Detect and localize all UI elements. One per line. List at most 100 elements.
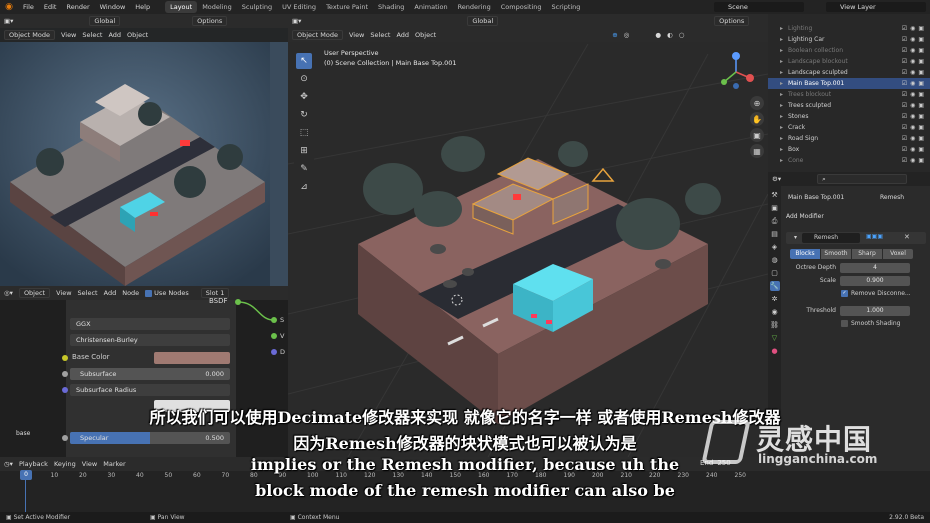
checkbox-icon[interactable]: ☑ bbox=[902, 135, 907, 142]
menu-window[interactable]: Window bbox=[95, 3, 131, 11]
outliner-row[interactable]: ▸ Trees sculpted ☑ ◉ ▣ bbox=[768, 100, 930, 111]
mode-smooth-button[interactable]: Smooth bbox=[821, 249, 851, 259]
tab-sculpting[interactable]: Sculpting bbox=[237, 1, 277, 13]
scene-selector[interactable]: Scene bbox=[714, 2, 804, 12]
camera-icon[interactable]: ▣ bbox=[918, 58, 924, 65]
properties-search[interactable]: ⌕ bbox=[817, 174, 908, 184]
3d-viewport[interactable]: ▣▾ Global Options Object Mode View Selec… bbox=[288, 14, 768, 457]
menu-render[interactable]: Render bbox=[61, 3, 94, 11]
subsurface-method-dropdown[interactable]: Christensen-Burley bbox=[70, 334, 230, 346]
eye-icon[interactable]: ◉ bbox=[910, 91, 915, 98]
subsurface-socket[interactable] bbox=[62, 371, 68, 377]
outliner-row[interactable]: ▸ Stones ☑ ◉ ▣ bbox=[768, 111, 930, 122]
expand-chevron-icon[interactable]: ▸ bbox=[780, 69, 783, 76]
eye-icon[interactable]: ◉ bbox=[910, 25, 915, 32]
menu-object[interactable]: Object bbox=[127, 31, 148, 39]
menu-select[interactable]: Select bbox=[82, 31, 102, 39]
scale-field[interactable]: 0.900 bbox=[840, 276, 910, 286]
smooth-shading-checkbox[interactable]: Smooth Shading bbox=[841, 320, 900, 327]
render-tab-icon[interactable]: ▣ bbox=[770, 203, 780, 213]
menu-edit[interactable]: Edit bbox=[39, 3, 62, 11]
modifier-name-field[interactable]: Remesh bbox=[802, 233, 860, 243]
tab-animation[interactable]: Animation bbox=[409, 1, 452, 13]
eye-icon[interactable]: ◉ bbox=[910, 102, 915, 109]
mode-blocks-button[interactable]: Blocks bbox=[790, 249, 820, 259]
tab-layout[interactable]: Layout bbox=[165, 1, 198, 13]
transform-orientation[interactable]: Global bbox=[89, 16, 121, 26]
proportional-edit-icon[interactable]: ◎ bbox=[624, 31, 630, 39]
camera-icon[interactable]: ▣ bbox=[918, 135, 924, 142]
scale-tool-icon[interactable]: ⬚ bbox=[296, 125, 312, 141]
menu-view[interactable]: View bbox=[61, 31, 76, 39]
checkbox-icon[interactable]: ☑ bbox=[902, 91, 907, 98]
menu-object[interactable]: Object bbox=[415, 31, 436, 39]
menu-select[interactable]: Select bbox=[370, 31, 390, 39]
mode-dropdown[interactable]: Object Mode bbox=[292, 30, 343, 40]
camera-icon[interactable]: ▣ bbox=[918, 69, 924, 76]
menu-add[interactable]: Add bbox=[104, 289, 117, 297]
transform-tool-icon[interactable]: ⊞ bbox=[296, 143, 312, 159]
menu-view[interactable]: View bbox=[56, 289, 71, 297]
particles-tab-icon[interactable]: ✲ bbox=[770, 294, 780, 304]
editor-type-icon[interactable]: ▣▾ bbox=[292, 17, 301, 25]
options-dropdown[interactable]: Options bbox=[192, 16, 228, 26]
eye-icon[interactable]: ◉ bbox=[910, 157, 915, 164]
select-tool-icon[interactable]: ↖ bbox=[296, 53, 312, 69]
eye-icon[interactable]: ◉ bbox=[910, 124, 915, 131]
editor-type-icon[interactable]: ▣▾ bbox=[4, 17, 13, 25]
view-layer-selector[interactable]: View Layer bbox=[826, 2, 926, 12]
expand-chevron-icon[interactable]: ▸ bbox=[780, 91, 783, 98]
navigation-gizmo[interactable] bbox=[716, 52, 756, 92]
grid-icon[interactable]: ▦ bbox=[750, 144, 764, 158]
eye-icon[interactable]: ◉ bbox=[910, 146, 915, 153]
checkbox-icon[interactable]: ☑ bbox=[902, 58, 907, 65]
outliner-row[interactable]: ▸ Lighting Car ☑ ◉ ▣ bbox=[768, 34, 930, 45]
material-tab-icon[interactable]: ● bbox=[770, 346, 780, 356]
subsurface-radius-dropdown[interactable]: Subsurface Radius bbox=[70, 384, 230, 396]
eye-icon[interactable]: ◉ bbox=[910, 80, 915, 87]
zoom-icon[interactable]: ⊕ bbox=[750, 96, 764, 110]
checkbox-icon[interactable]: ☑ bbox=[902, 113, 907, 120]
blender-logo-icon[interactable]: ◉ bbox=[0, 0, 18, 14]
editor-type-icon[interactable]: ◎▾ bbox=[4, 289, 13, 297]
expand-chevron-icon[interactable]: ▸ bbox=[780, 58, 783, 65]
expand-chevron-icon[interactable]: ▸ bbox=[780, 146, 783, 153]
camera-icon[interactable]: ▣ bbox=[918, 91, 924, 98]
camera-icon[interactable]: ▣ bbox=[918, 47, 924, 54]
eye-icon[interactable]: ◉ bbox=[910, 36, 915, 43]
base-color-swatch[interactable] bbox=[154, 352, 230, 364]
camera-icon[interactable]: ▣ bbox=[918, 36, 924, 43]
outliner-row[interactable]: ▸ Landscape blockout ☑ ◉ ▣ bbox=[768, 56, 930, 67]
checkbox-icon[interactable]: ☑ bbox=[902, 157, 907, 164]
camera-icon[interactable]: ▣ bbox=[918, 102, 924, 109]
options-dropdown[interactable]: Options bbox=[714, 16, 750, 26]
checkbox-icon[interactable]: ☑ bbox=[902, 102, 907, 109]
tab-modeling[interactable]: Modeling bbox=[197, 1, 237, 13]
measure-tool-icon[interactable]: ⊿ bbox=[296, 179, 312, 195]
expand-chevron-icon[interactable]: ▸ bbox=[780, 47, 783, 54]
camera-icon[interactable]: ▣ bbox=[918, 113, 924, 120]
checkbox-icon[interactable]: ☑ bbox=[902, 25, 907, 32]
menu-add[interactable]: Add bbox=[396, 31, 409, 39]
outliner-row[interactable]: ▸ Lighting ☑ ◉ ▣ bbox=[768, 23, 930, 34]
editor-type-icon[interactable]: ⚙▾ bbox=[772, 175, 781, 183]
menu-file[interactable]: File bbox=[18, 3, 39, 11]
distribution-dropdown[interactable]: GGX bbox=[70, 318, 230, 330]
camera-icon[interactable]: ▣ bbox=[918, 146, 924, 153]
constraints-tab-icon[interactable]: ⛓ bbox=[770, 320, 780, 330]
shading-material-icon[interactable]: ◐ bbox=[667, 31, 673, 39]
menu-node[interactable]: Node bbox=[122, 289, 139, 297]
menu-add[interactable]: Add bbox=[108, 31, 121, 39]
shader-type-dropdown[interactable]: Object bbox=[18, 288, 51, 298]
world-tab-icon[interactable]: ◍ bbox=[770, 255, 780, 265]
view-layer-tab-icon[interactable]: ▤ bbox=[770, 229, 780, 239]
annotate-tool-icon[interactable]: ✎ bbox=[296, 161, 312, 177]
outliner-row[interactable]: ▸ Landscape sculpted ☑ ◉ ▣ bbox=[768, 67, 930, 78]
transform-orientation[interactable]: Global bbox=[467, 16, 499, 26]
output-displacement-socket[interactable] bbox=[271, 349, 277, 355]
add-modifier-button[interactable]: Add Modifier bbox=[786, 213, 824, 220]
expand-chevron-icon[interactable]: ▸ bbox=[780, 157, 783, 164]
base-color-socket[interactable] bbox=[62, 355, 68, 361]
close-icon[interactable]: ✕ bbox=[904, 233, 910, 241]
outliner-row[interactable]: ▸ Main Base Top.001 ☑ ◉ ▣ bbox=[768, 78, 930, 89]
